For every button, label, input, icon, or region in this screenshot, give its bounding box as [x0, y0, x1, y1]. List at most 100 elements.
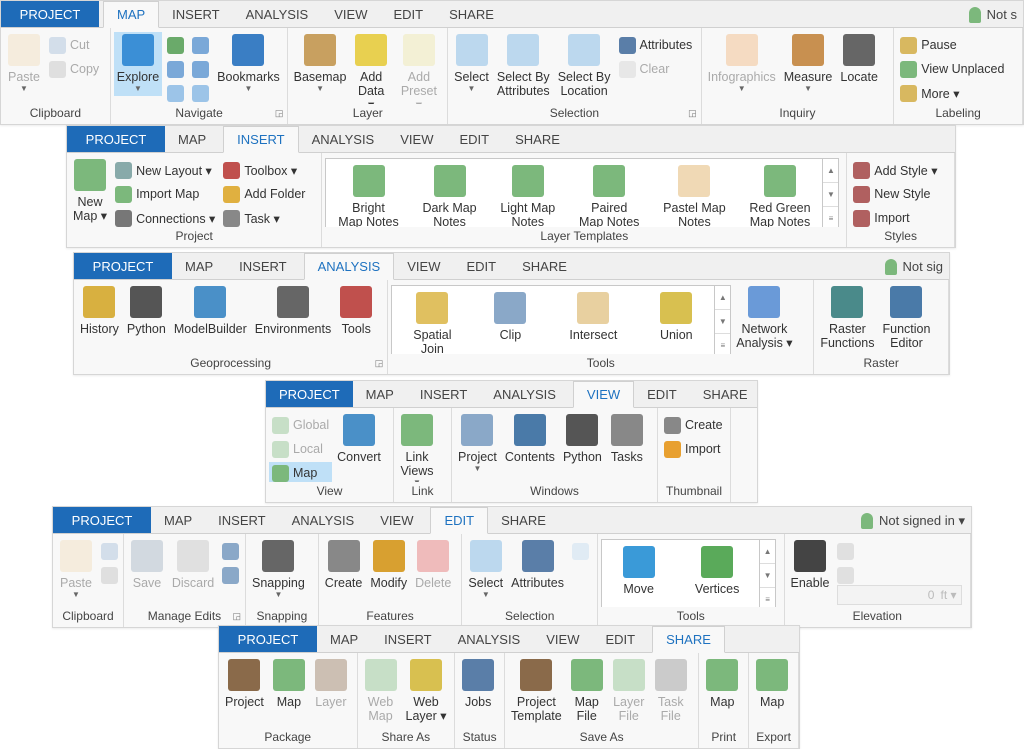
- elevation-input[interactable]: 0 ft ▾: [836, 585, 962, 605]
- gallery-scrollbar[interactable]: ▲ ▼ ≡: [759, 540, 776, 607]
- connections-button[interactable]: Connections ▾: [112, 207, 218, 227]
- select-bylocation-button[interactable]: Select By Location: [555, 32, 614, 100]
- newmap-button[interactable]: New Map ▾: [70, 157, 110, 225]
- measure-button[interactable]: Measure ▼: [781, 32, 836, 96]
- attributes-button[interactable]: Attributes: [616, 34, 696, 56]
- modelbuilder-button[interactable]: ModelBuilder: [171, 284, 250, 338]
- local-button[interactable]: Local: [269, 438, 332, 460]
- tab-edit[interactable]: EDIT: [430, 507, 489, 534]
- environments-button[interactable]: Environments: [252, 284, 334, 338]
- tab-edit[interactable]: EDIT: [634, 381, 690, 407]
- tools-button[interactable]: Tools: [336, 284, 376, 338]
- view-unplaced-button[interactable]: View Unplaced: [897, 58, 1007, 80]
- cut-button[interactable]: Cut: [46, 34, 102, 56]
- import-button[interactable]: Import: [850, 207, 940, 227]
- task-button[interactable]: Task ▾: [220, 207, 308, 227]
- networkanalysis-button[interactable]: Network Analysis ▾: [733, 284, 795, 352]
- bookmarks-button[interactable]: Bookmarks ▼: [214, 32, 283, 96]
- tab-analysis[interactable]: ANALYSIS: [303, 253, 395, 280]
- scroll-up-icon[interactable]: ▲: [760, 540, 776, 564]
- tab-project[interactable]: PROJECT: [1, 1, 99, 27]
- addpreset-button[interactable]: Add Preset ▾: [394, 32, 444, 104]
- projecttemplate-button[interactable]: Project Template: [508, 657, 565, 725]
- tab-insert[interactable]: INSERT: [407, 381, 480, 407]
- clear-selection-button[interactable]: [569, 540, 592, 562]
- tab-insert[interactable]: INSERT: [205, 507, 278, 533]
- select-button[interactable]: Select ▼: [465, 538, 506, 602]
- tab-share[interactable]: SHARE: [488, 507, 559, 533]
- contents-button[interactable]: Contents: [502, 412, 558, 466]
- python-button[interactable]: Python: [560, 412, 605, 466]
- select-button[interactable]: Select ▼: [451, 32, 492, 96]
- tab-share[interactable]: SHARE: [436, 1, 507, 27]
- fixed-zoom-in-button[interactable]: [164, 58, 187, 80]
- infographics-button[interactable]: Infographics ▼: [705, 32, 779, 96]
- tab-share[interactable]: SHARE: [690, 381, 761, 407]
- edit-options-button[interactable]: [219, 540, 242, 562]
- convert-button[interactable]: Convert: [334, 412, 384, 466]
- delete-button[interactable]: Delete: [412, 538, 454, 592]
- scroll-down-icon[interactable]: ▼: [715, 310, 731, 334]
- tab-map[interactable]: MAP: [103, 1, 160, 28]
- zoom-to-selected-button[interactable]: [189, 34, 212, 56]
- discard-button[interactable]: Discard: [169, 538, 217, 592]
- layerfile-button[interactable]: Layer File: [609, 657, 649, 725]
- tab-map[interactable]: MAP: [317, 626, 371, 652]
- tab-edit[interactable]: EDIT: [380, 1, 436, 27]
- tab-project[interactable]: PROJECT: [266, 381, 353, 407]
- tab-analysis[interactable]: ANALYSIS: [279, 507, 368, 533]
- scroll-down-icon[interactable]: ▼: [760, 564, 776, 588]
- adddata-button[interactable]: Add Data ▾: [351, 32, 392, 104]
- add-folder-button[interactable]: Add Folder: [220, 183, 308, 205]
- create-button[interactable]: Create: [661, 414, 726, 436]
- map-button[interactable]: Map: [269, 657, 309, 711]
- import-button[interactable]: Import: [661, 438, 726, 460]
- functioneditor-button[interactable]: Function Editor: [880, 284, 934, 352]
- dialog-launcher-icon[interactable]: ◲: [275, 108, 284, 119]
- expand-gallery-icon[interactable]: ≡: [715, 334, 730, 354]
- project-button[interactable]: Project ▼: [455, 412, 500, 476]
- create-button[interactable]: Create: [322, 538, 366, 592]
- dialog-launcher-icon[interactable]: ◲: [375, 358, 384, 369]
- tab-map[interactable]: MAP: [151, 507, 205, 533]
- map-button[interactable]: Map: [269, 462, 333, 482]
- dark-mapnotes-button[interactable]: Dark Map Notes: [419, 163, 479, 227]
- clear-button[interactable]: Clear: [616, 58, 696, 80]
- next-extent-button[interactable]: [189, 82, 212, 104]
- tab-view[interactable]: VIEW: [533, 626, 592, 652]
- account-status[interactable]: Not s: [968, 1, 1017, 28]
- copy-button[interactable]: Copy: [46, 58, 102, 80]
- vertices-button[interactable]: Vertices: [692, 544, 742, 598]
- clip-button[interactable]: Clip: [490, 290, 530, 344]
- brightmap-notes-button[interactable]: Bright Map Notes: [335, 163, 401, 227]
- modify-button[interactable]: Modify: [367, 538, 410, 592]
- fixed-zoom-out-button[interactable]: [189, 58, 212, 80]
- paste-button[interactable]: Paste ▼: [4, 32, 44, 96]
- toolbox-button[interactable]: Toolbox ▾: [220, 159, 308, 181]
- pause-button[interactable]: Pause: [897, 34, 1007, 56]
- tab-project[interactable]: PROJECT: [219, 626, 317, 652]
- intersect-button[interactable]: Intersect: [566, 290, 620, 344]
- tab-map[interactable]: MAP: [353, 381, 407, 407]
- copy-button[interactable]: [98, 564, 121, 586]
- expand-gallery-icon[interactable]: ≡: [823, 207, 838, 227]
- scroll-up-icon[interactable]: ▲: [715, 286, 731, 310]
- more-button[interactable]: More ▾: [897, 82, 1007, 104]
- cut-button[interactable]: [98, 540, 121, 562]
- light-mapnotes-button[interactable]: Light Map Notes: [497, 163, 558, 227]
- pairedmap-notes-button[interactable]: Paired Map Notes: [576, 163, 642, 227]
- gallery-scrollbar[interactable]: ▲ ▼ ≡: [714, 286, 731, 354]
- mapfile-button[interactable]: Map File: [567, 657, 607, 725]
- union-button[interactable]: Union: [656, 290, 696, 344]
- z-crosshair-button[interactable]: [834, 564, 857, 586]
- scroll-down-icon[interactable]: ▼: [823, 183, 839, 207]
- tab-share[interactable]: SHARE: [652, 626, 725, 653]
- tab-view[interactable]: VIEW: [572, 381, 635, 408]
- explore-button[interactable]: Explore ▼: [113, 32, 163, 96]
- paste-button[interactable]: Paste ▼: [56, 538, 96, 602]
- snapping-button[interactable]: Snapping ▼: [249, 538, 308, 602]
- spatialjoin-button[interactable]: Spatial Join: [410, 290, 454, 354]
- new-layout-button[interactable]: New Layout ▾: [112, 159, 218, 181]
- tab-view[interactable]: VIEW: [387, 126, 446, 152]
- tasks-button[interactable]: Tasks: [607, 412, 647, 466]
